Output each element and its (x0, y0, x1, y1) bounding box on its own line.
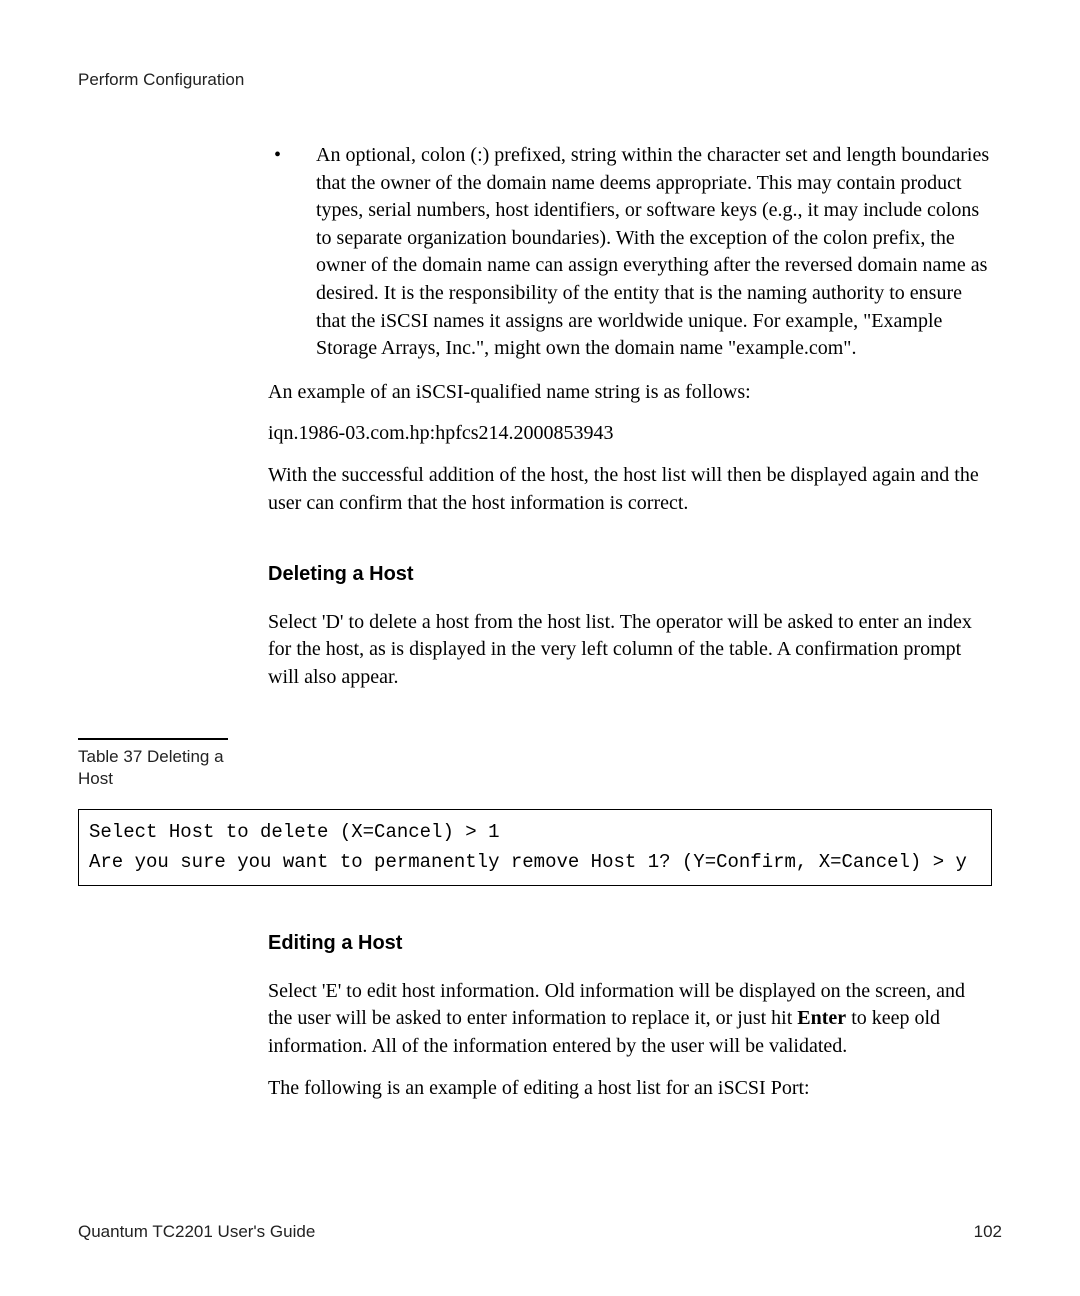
heading-editing-host: Editing a Host (268, 930, 992, 958)
bullet-icon: • (268, 142, 316, 363)
main-content-continued: Editing a Host Select 'E' to edit host i… (268, 930, 992, 1102)
table-caption: Table 37 Deleting a Host (78, 738, 228, 792)
paragraph-success: With the successful addition of the host… (268, 462, 992, 517)
paragraph-iqn-example: iqn.1986-03.com.hp:hpfcs214.2000853943 (268, 420, 992, 448)
code-line: Are you sure you want to permanently rem… (89, 848, 981, 877)
paragraph-edit-followup: The following is an example of editing a… (268, 1075, 992, 1103)
footer-doc-title: Quantum TC2201 User's Guide (78, 1222, 315, 1242)
document-page: Perform Configuration • An optional, col… (0, 0, 1080, 1296)
running-header: Perform Configuration (78, 70, 1002, 90)
main-content: • An optional, colon (:) prefixed, strin… (268, 142, 992, 692)
code-line: Select Host to delete (X=Cancel) > 1 (89, 818, 981, 847)
paragraph-example-intro: An example of an iSCSI-qualified name st… (268, 379, 992, 407)
bullet-item: • An optional, colon (:) prefixed, strin… (268, 142, 992, 363)
page-footer: Quantum TC2201 User's Guide 102 (78, 1222, 1002, 1242)
paragraph-edit: Select 'E' to edit host information. Old… (268, 978, 992, 1061)
heading-deleting-host: Deleting a Host (268, 561, 992, 589)
footer-page-number: 102 (974, 1222, 1002, 1242)
terminal-output-box: Select Host to delete (X=Cancel) > 1 Are… (78, 809, 992, 886)
paragraph-delete: Select 'D' to delete a host from the hos… (268, 609, 992, 692)
bold-enter: Enter (797, 1007, 846, 1029)
bullet-text: An optional, colon (:) prefixed, string … (316, 142, 992, 363)
